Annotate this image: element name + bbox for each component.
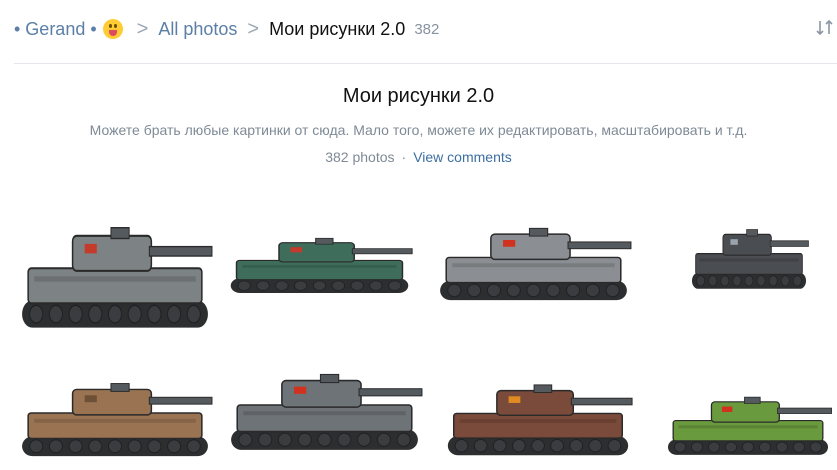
photo-thumbnail[interactable] xyxy=(687,212,811,292)
photo-thumbnail[interactable] xyxy=(223,222,416,296)
photo-thumbnail[interactable] xyxy=(432,207,635,304)
photo-thumbnail[interactable] xyxy=(223,352,426,454)
photo-thumbnail[interactable] xyxy=(14,198,216,333)
photo-thumbnail[interactable] xyxy=(440,364,636,459)
photo-grid xyxy=(0,0,837,470)
photo-thumbnail[interactable] xyxy=(661,380,835,458)
photo-thumbnail[interactable] xyxy=(14,362,216,460)
